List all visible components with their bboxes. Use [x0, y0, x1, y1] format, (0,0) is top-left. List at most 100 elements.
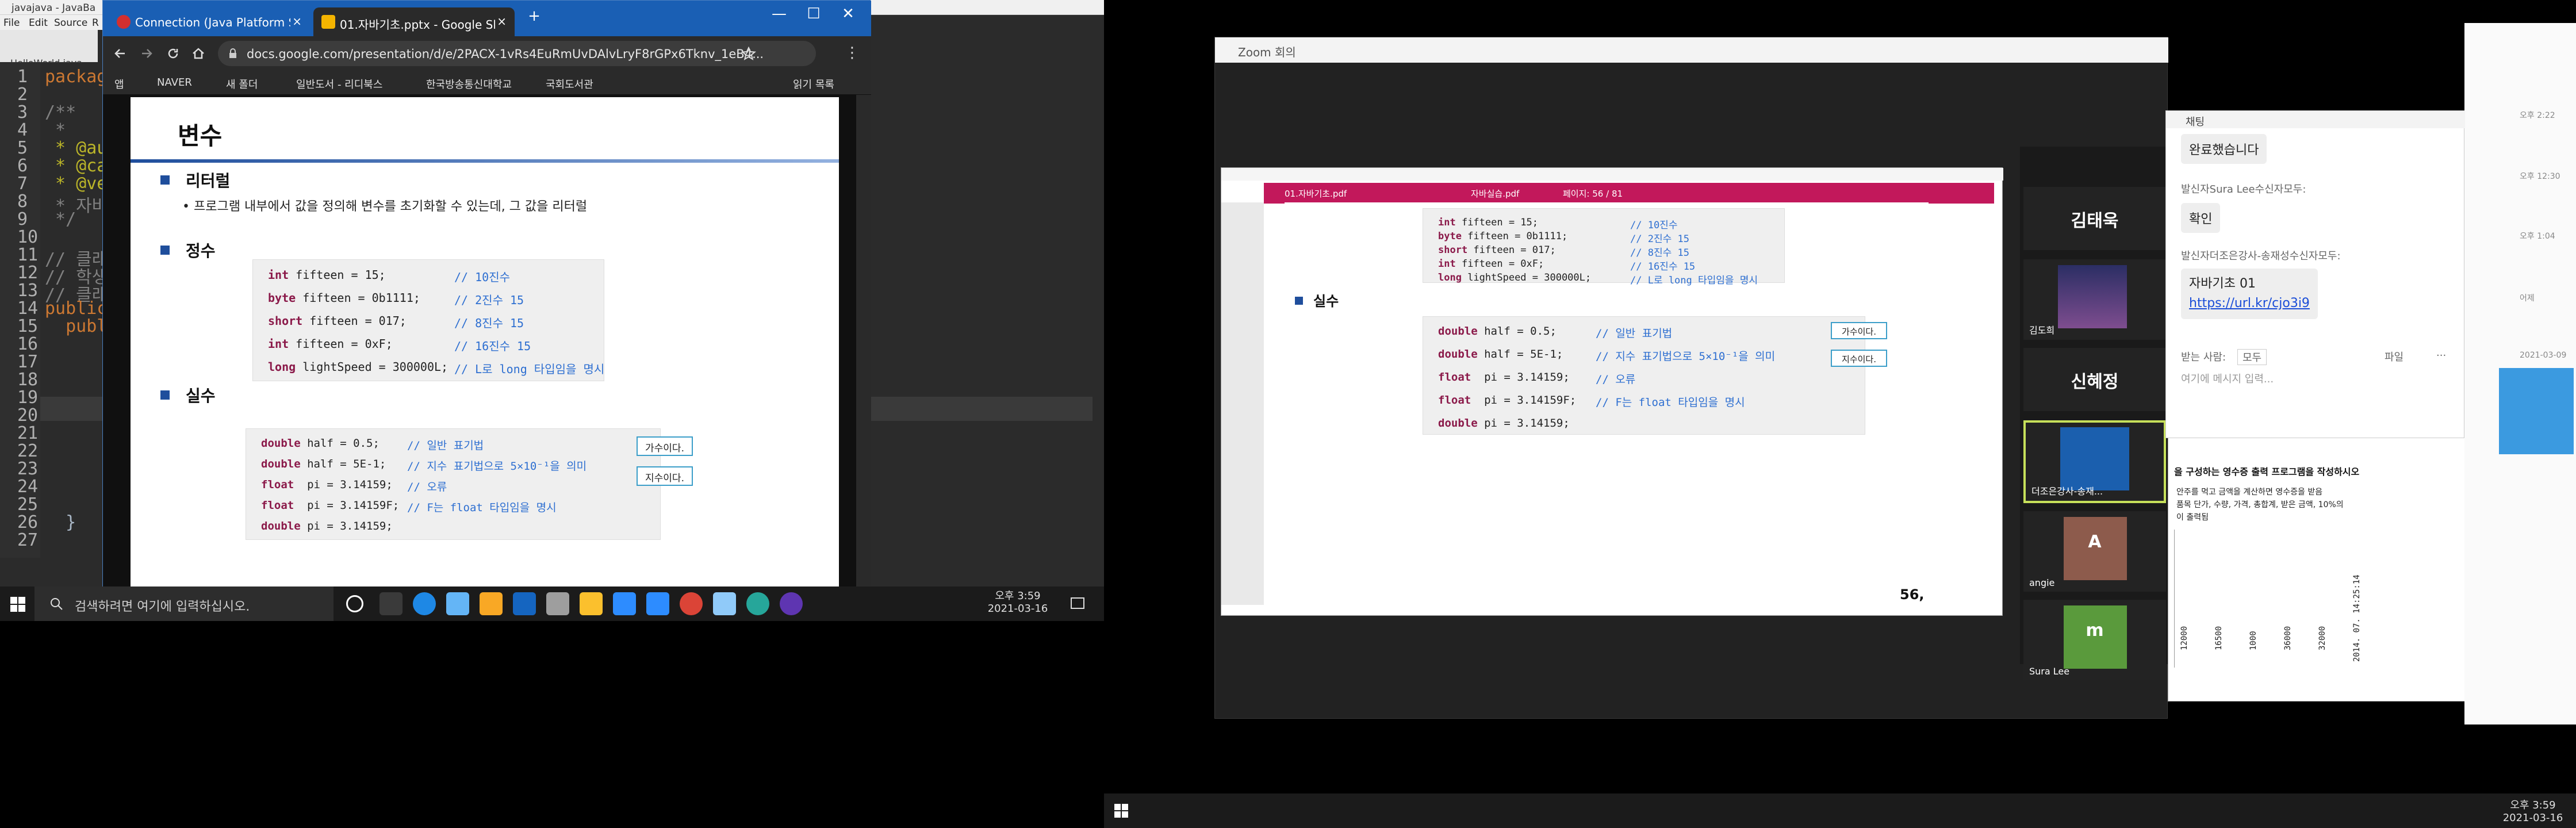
star-icon[interactable] [741, 47, 756, 62]
app-icon[interactable] [513, 592, 536, 615]
code-comment: // 오류 [1596, 373, 1636, 386]
participant-tile[interactable]: m Sura Lee [2023, 600, 2166, 680]
editor-tab[interactable]: HelloWorld.java [0, 30, 98, 68]
forward-arrow-icon[interactable] [140, 47, 154, 60]
callout-exponent: 지수이다. [637, 466, 693, 486]
line-number: 13 [17, 281, 39, 301]
maximize-button[interactable]: ☐ [802, 5, 825, 22]
kakaotalk-icon[interactable] [580, 592, 603, 615]
code-line: double pi = 3.14159; [1438, 417, 1570, 430]
ie-icon[interactable] [413, 592, 436, 615]
code-type: float [261, 499, 294, 512]
to-label: 받는 사람: [2181, 351, 2226, 363]
zoom-title-bar: Zoom 회의 [1215, 37, 2168, 63]
menu-edit[interactable]: Edit [29, 17, 48, 29]
pdf-tab-1[interactable]: 01.자바기초.pdf [1285, 187, 1347, 200]
participant-name-large: 김태욱 [2071, 211, 2119, 231]
line-number: 1 [17, 67, 28, 87]
ad-banner[interactable] [2499, 368, 2574, 454]
bookmark-knou[interactable]: 한국방송통신대학교 [426, 76, 512, 91]
cortana-icon[interactable] [346, 595, 363, 612]
time-label: 오후 2:22 [2520, 111, 2555, 120]
home-icon[interactable] [191, 47, 205, 60]
participant-logo [2060, 427, 2129, 490]
code-comment: // 16진수 15 [1630, 261, 1696, 273]
tab-google-slides[interactable]: 01.자바기초.pptx - Google Slide × [313, 7, 515, 36]
zoom-title: Zoom 회의 [1238, 45, 1296, 59]
tab-title: 01.자바기초.pptx - Google Slide [340, 18, 495, 32]
menu-refactor[interactable]: R [92, 17, 99, 29]
code-type: double [1438, 325, 1478, 338]
participant-tile-active[interactable]: 더조은강사-송재... [2023, 420, 2166, 503]
menu-dots-icon[interactable]: ⋮ [845, 44, 860, 62]
code-line: /** [45, 102, 76, 122]
code-comment: // 8진수 15 [1630, 247, 1689, 259]
literal-text: 프로그램 내부에서 값을 정의해 변수를 초기화할 수 있는데, 그 값을 리터… [193, 200, 588, 214]
bookmark-ridibooks[interactable]: 일반도서 - 리디북스 [296, 76, 382, 91]
more-button[interactable]: ... [2436, 347, 2446, 359]
app-icon[interactable] [713, 592, 736, 615]
zoom-icon[interactable] [646, 592, 669, 615]
bookmark-nanet[interactable]: 국회도서관 [546, 76, 593, 91]
eclipse-icon[interactable] [780, 592, 803, 615]
bullet [160, 390, 170, 400]
document-window: 을 구성하는 영수증 출력 프로그램을 작성하시오 안주를 먹고 금액을 계산하… [2168, 437, 2467, 702]
participant-tile[interactable]: A angie [2023, 511, 2166, 592]
close-icon[interactable]: × [292, 14, 302, 28]
app-icon[interactable] [546, 592, 569, 615]
participant-tile[interactable]: 신혜정 [2023, 348, 2166, 411]
code-line: double half = 5E-1; [1438, 348, 1563, 361]
code-statement: pi = 3.14159F; [294, 499, 400, 512]
line-number: 15 [17, 316, 39, 336]
file-explorer-icon[interactable] [480, 592, 503, 615]
menu-file[interactable]: File [3, 17, 20, 29]
code-type: short [268, 314, 303, 328]
code-type: double [261, 458, 301, 470]
recipient-select[interactable]: 모두 [2237, 349, 2267, 365]
windows-start-icon[interactable] [10, 597, 25, 612]
line-number: 4 [17, 120, 28, 140]
page-label: 페이지: 56 / 81 [1563, 189, 1623, 199]
back-arrow-icon[interactable] [113, 47, 127, 60]
task-view-icon[interactable] [379, 592, 402, 615]
bookmark-naver[interactable]: NAVER [157, 76, 192, 89]
participant-tile[interactable]: 김도희 [2023, 259, 2166, 340]
slide: 변수 리터럴 • 프로그램 내부에서 값을 정의해 변수를 초기화할 수 있는데… [131, 97, 839, 587]
bookmark-apps[interactable]: 앱 [114, 76, 124, 91]
chat-input[interactable]: 여기에 메시지 입력... [2181, 371, 2274, 386]
doc-heading: 을 구성하는 영수증 출력 프로그램을 작성하시오 [2174, 466, 2360, 477]
scrollbar[interactable] [856, 95, 871, 587]
doc-line: 이 출력됨 [2176, 513, 2209, 522]
line-number: 9 [17, 209, 28, 229]
code-comment: // F는 float 타입임을 명시 [407, 501, 557, 514]
close-icon[interactable]: × [497, 14, 507, 28]
bookmark-folder[interactable]: 새 폴더 [226, 76, 258, 91]
menu-source[interactable]: Source [54, 17, 87, 29]
calculator-icon[interactable] [446, 592, 469, 615]
address-bar[interactable]: docs.google.com/presentation/d/e/2PACX-1… [218, 41, 816, 66]
line-number: 2 [17, 85, 28, 105]
chrome-icon[interactable] [680, 592, 703, 615]
chat-link[interactable]: https://url.kr/cjo3i9 [2189, 294, 2310, 313]
reading-list[interactable]: 읽기 목록 [793, 76, 834, 91]
code-statement: pi = 3.14159; [1471, 371, 1570, 384]
minimize-button[interactable]: — [768, 5, 791, 22]
code-statement: half = 0.5; [300, 437, 379, 450]
avatar-letter: A [2088, 532, 2102, 552]
participant-tile[interactable]: 김태욱 [2023, 187, 2166, 250]
close-button[interactable]: ✕ [837, 5, 860, 22]
code-line: double pi = 3.14159; [261, 520, 393, 532]
taskbar-search[interactable]: 검색하려면 여기에 입력하십시오. [34, 586, 334, 621]
line-number: 25 [17, 494, 39, 515]
new-tab-button[interactable]: + [523, 7, 546, 25]
code-line: long lightSpeed = 300000L; [268, 360, 448, 374]
file-button[interactable]: 파일 [2385, 349, 2404, 364]
zoom-icon[interactable] [613, 592, 636, 615]
notification-icon[interactable] [1070, 596, 1086, 612]
edge-icon[interactable] [746, 592, 769, 615]
code-line: double half = 0.5; [1438, 325, 1557, 338]
windows-start-icon[interactable] [1114, 804, 1128, 818]
reload-icon[interactable] [166, 47, 180, 60]
pdf-tab-2[interactable]: 자바실습.pdf [1471, 187, 1519, 200]
tab-connection[interactable]: Connection (Java Platform SE 8 × [109, 7, 310, 36]
